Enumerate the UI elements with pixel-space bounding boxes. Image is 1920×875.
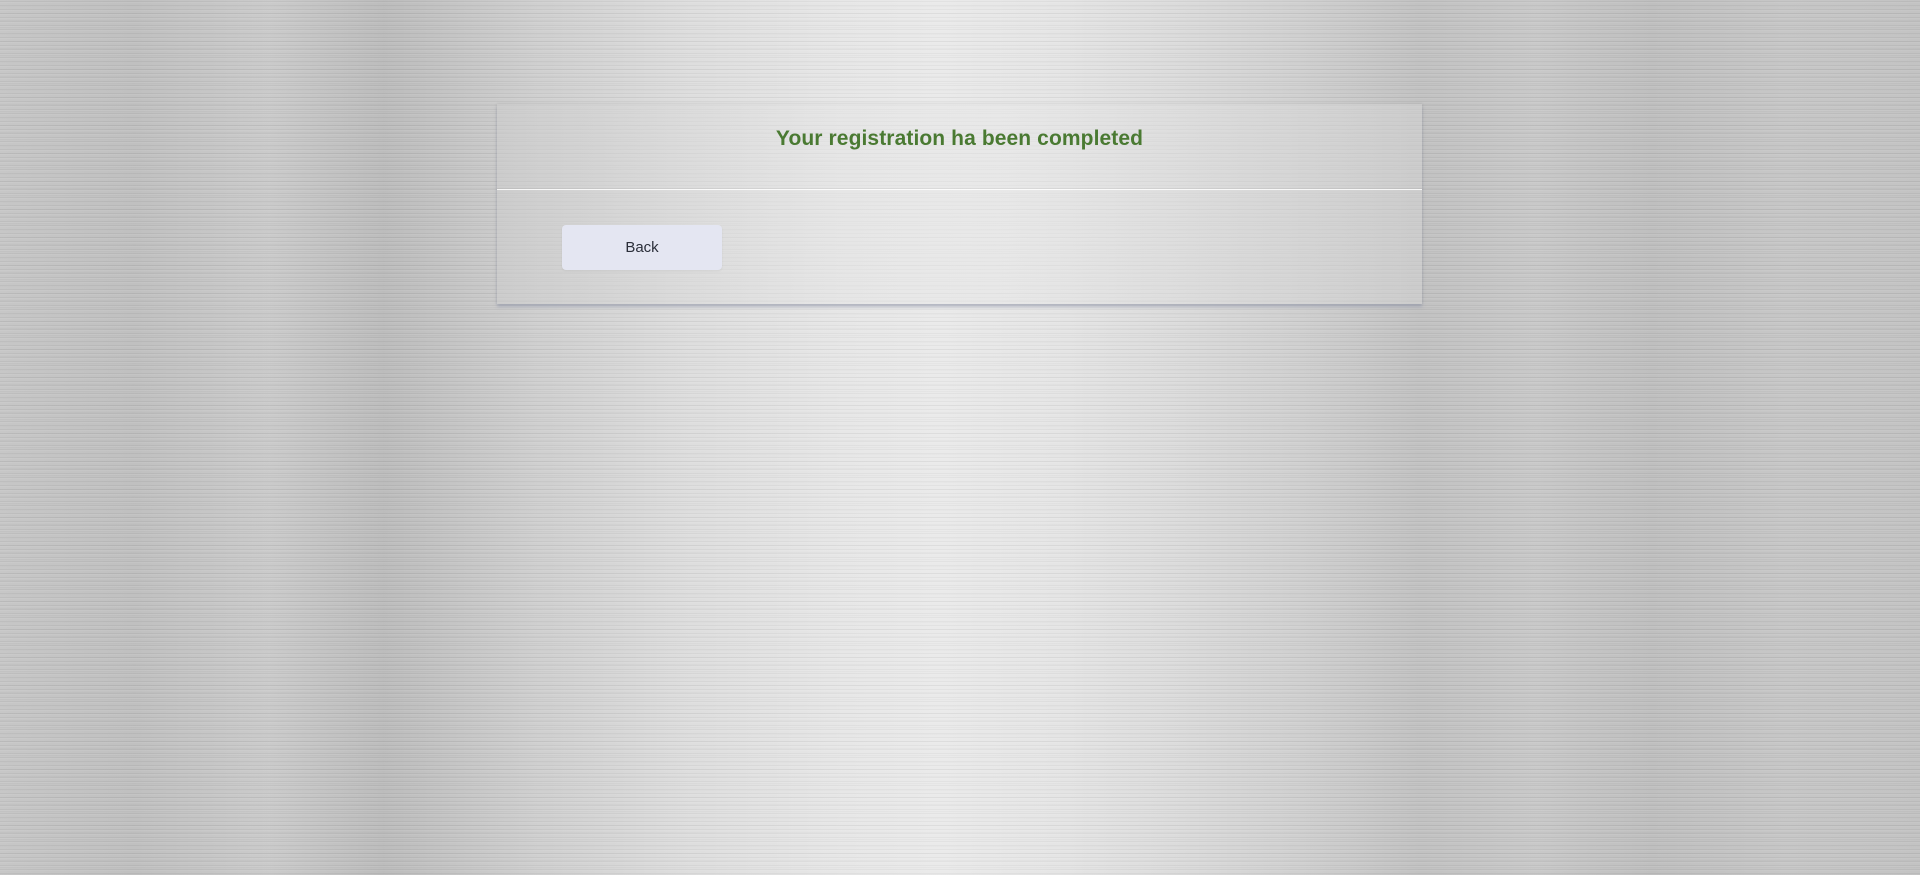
panel-body: Back	[497, 190, 1422, 304]
back-button[interactable]: Back	[562, 225, 722, 270]
page-title: Your registration ha been completed	[775, 127, 1144, 150]
registration-panel: Your registration ha been completed Back	[497, 104, 1422, 304]
panel-header: Your registration ha been completed	[497, 104, 1422, 190]
